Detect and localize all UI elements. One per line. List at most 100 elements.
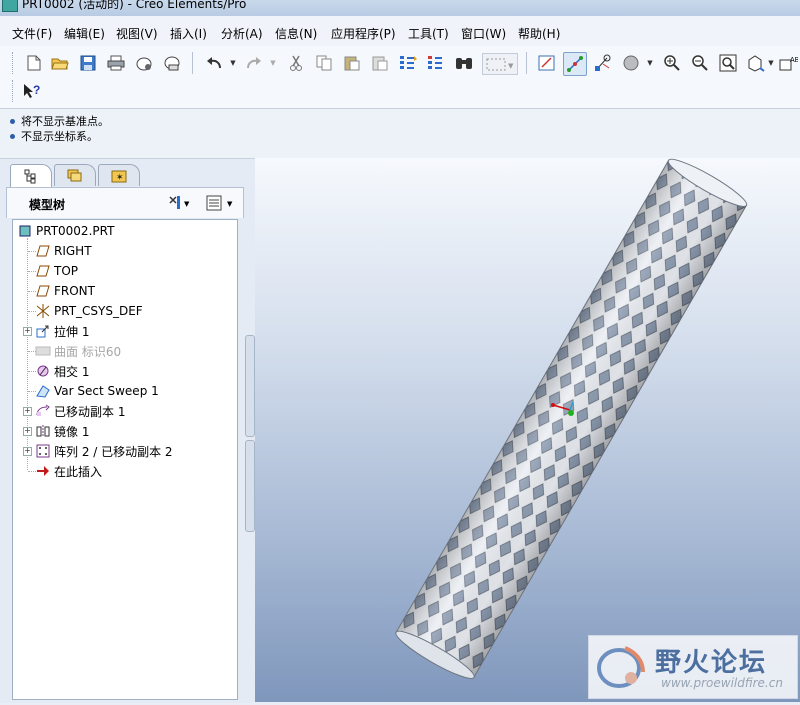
tree-node-root[interactable]: PRT0002.PRT: [17, 222, 114, 240]
csys-icon: [35, 303, 51, 319]
message-line: 不显示坐标系。: [10, 128, 98, 144]
stent-model[interactable]: [255, 158, 800, 702]
intersect-icon: [35, 363, 51, 379]
tree-node-pattern[interactable]: 阵列 2 / 已移动副本 2: [35, 442, 173, 460]
app-icon: [2, 0, 18, 12]
context-help-icon[interactable]: ?: [22, 81, 42, 101]
redo-dropdown-caret[interactable]: ▼: [269, 53, 277, 73]
tree-node-right[interactable]: RIGHT: [35, 242, 92, 260]
tree-node-intersect[interactable]: 相交 1: [35, 362, 89, 380]
surface-icon: [35, 343, 51, 359]
menu-help[interactable]: 帮助(H): [518, 25, 560, 42]
tree-node-label: 相交 1: [54, 364, 90, 379]
moved-copy-icon: [35, 403, 51, 419]
orient-icon[interactable]: [593, 53, 613, 73]
favorites-tab-icon[interactable]: ✶: [98, 164, 140, 186]
zoom-out-icon[interactable]: [690, 53, 710, 73]
menu-info[interactable]: 信息(N): [275, 25, 317, 42]
cut-icon[interactable]: [286, 53, 306, 73]
menu-view[interactable]: 视图(V): [116, 25, 158, 42]
tree-node-insert-here[interactable]: 在此插入: [35, 462, 102, 480]
forum-watermark: 野火论坛 www.proewildfire.cn: [588, 635, 798, 699]
spin-center-icon[interactable]: [563, 52, 587, 76]
menu-analysis[interactable]: 分析(A): [221, 25, 263, 42]
mail-icon[interactable]: [162, 53, 182, 73]
shade-dropdown-caret[interactable]: ▼: [646, 53, 654, 73]
expand-toggle-icon[interactable]: +: [23, 447, 32, 456]
tree-node-label: RIGHT: [54, 244, 92, 258]
shade-icon[interactable]: [621, 53, 641, 73]
tree-node-label: 曲面 标识60: [54, 344, 122, 359]
tree-node-label: PRT_CSYS_DEF: [54, 304, 143, 318]
part-icon: [17, 223, 33, 239]
undo-dropdown-caret[interactable]: ▼: [229, 53, 237, 73]
model-tree-header: 模型树 ▼ ▼: [6, 187, 244, 218]
undo-icon[interactable]: [204, 53, 224, 73]
refit-icon[interactable]: [718, 53, 738, 73]
open-icon[interactable]: [50, 53, 70, 73]
expand-toggle-icon[interactable]: +: [23, 327, 32, 336]
tree-node-label: PRT0002.PRT: [36, 224, 115, 238]
regenerate-icon[interactable]: [398, 53, 418, 73]
save-icon[interactable]: [78, 53, 98, 73]
datum-plane-icon: [35, 263, 51, 279]
layer-tab-icon[interactable]: [54, 164, 96, 186]
toolbar-separator: [526, 52, 527, 74]
toolbar-grip[interactable]: [12, 52, 16, 74]
watermark-title: 野火论坛: [655, 648, 768, 678]
menu-applications[interactable]: 应用程序(P): [331, 25, 396, 42]
tree-columns-icon[interactable]: ▼: [205, 194, 239, 215]
model-tree-tab-icon[interactable]: [10, 164, 52, 187]
new-icon[interactable]: [24, 53, 44, 73]
view-manager-dropdown-caret[interactable]: ▼: [767, 53, 775, 73]
menu-bar: 文件(F) 编辑(E) 视图(V) 插入(I) 分析(A) 信息(N) 应用程序…: [0, 16, 800, 48]
title-bar: PRT0002 (活动的) - Creo Elements/Pro: [0, 0, 800, 16]
paste-icon[interactable]: [342, 53, 362, 73]
svg-text:?: ?: [33, 83, 40, 97]
menu-file[interactable]: 文件(F): [12, 25, 52, 42]
panel-splitter[interactable]: [245, 335, 255, 437]
svg-text:✶: ✶: [116, 173, 124, 183]
redo-icon[interactable]: [244, 53, 264, 73]
forum-logo-icon: [597, 646, 645, 688]
bullet-icon: [10, 133, 15, 139]
graphics-window[interactable]: [255, 158, 800, 702]
paste-special-icon[interactable]: [370, 53, 390, 73]
message-text: 不显示坐标系。: [21, 130, 98, 143]
copy-icon[interactable]: [314, 53, 334, 73]
tree-node-extrude[interactable]: 拉伸 1: [35, 322, 89, 340]
tree-node-label: 阵列 2 / 已移动副本 2: [54, 444, 173, 459]
regenerate-manager-icon[interactable]: [426, 53, 446, 73]
print-icon[interactable]: [106, 53, 126, 73]
expand-toggle-icon[interactable]: +: [23, 407, 32, 416]
select-box-icon[interactable]: ▼: [482, 53, 518, 75]
extrude-icon: [35, 323, 51, 339]
tree-node-moved-copy[interactable]: 已移动副本 1: [35, 402, 125, 420]
menu-tools[interactable]: 工具(T): [408, 25, 449, 42]
menu-insert[interactable]: 插入(I): [170, 25, 207, 42]
message-area: 将不显示基准点。 不显示坐标系。: [0, 108, 800, 159]
expand-toggle-icon[interactable]: +: [23, 427, 32, 436]
send-icon[interactable]: [134, 53, 154, 73]
tree-node-sweep[interactable]: Var Sect Sweep 1: [35, 382, 159, 400]
tree-node-label: 镜像 1: [54, 424, 90, 439]
svg-text:▼: ▼: [227, 200, 233, 208]
tree-node-csys[interactable]: PRT_CSYS_DEF: [35, 302, 143, 320]
tree-settings-icon[interactable]: ▼: [167, 194, 193, 215]
tree-node-mirror[interactable]: 镜像 1: [35, 422, 89, 440]
menu-edit[interactable]: 编辑(E): [64, 25, 105, 42]
view-manager-icon[interactable]: [746, 53, 766, 73]
panel-splitter[interactable]: [245, 440, 255, 532]
tree-node-front[interactable]: FRONT: [35, 282, 95, 300]
tree-node-surface[interactable]: 曲面 标识60: [35, 342, 121, 360]
repaint-icon[interactable]: [537, 53, 557, 73]
toolbar-grip[interactable]: [12, 80, 16, 102]
annotation-icon[interactable]: AB: [778, 53, 798, 73]
watermark-url: www.proewildfire.cn: [661, 676, 783, 690]
tree-node-label: 拉伸 1: [54, 324, 90, 339]
model-tree: PRT0002.PRT RIGHT TOP FRONT PRT_CSYS_DEF…: [12, 219, 238, 700]
find-icon[interactable]: [454, 53, 474, 73]
menu-window[interactable]: 窗口(W): [461, 25, 506, 42]
zoom-in-icon[interactable]: [662, 53, 682, 73]
tree-node-top[interactable]: TOP: [35, 262, 78, 280]
